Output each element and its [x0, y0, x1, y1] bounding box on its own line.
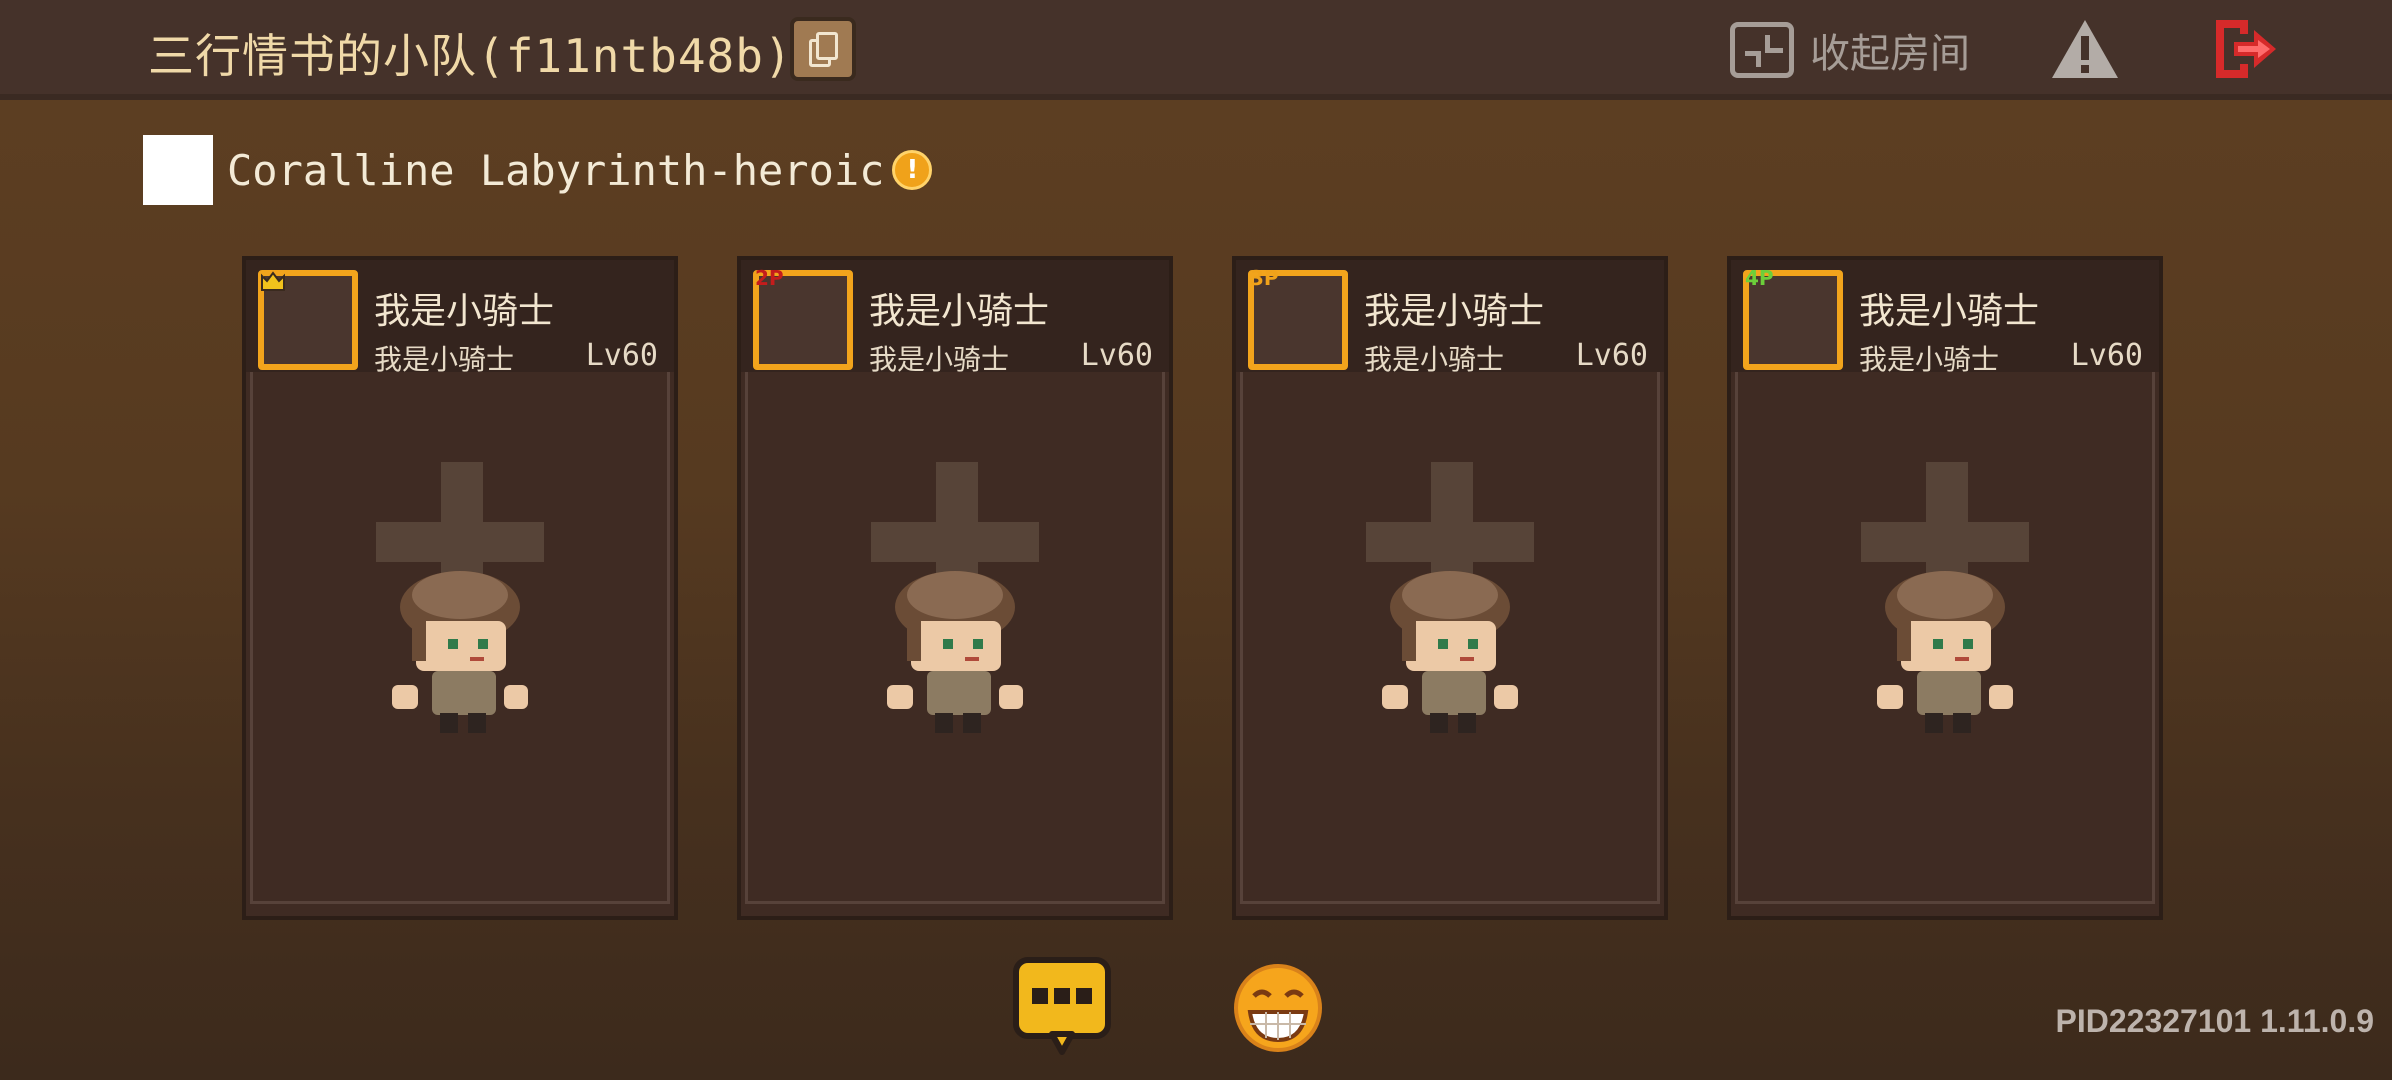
- top-bar: 三行情书的小队(f11ntb48b) 收起房间: [0, 0, 2392, 100]
- 4p-icon: 4P: [1745, 266, 1774, 290]
- player-card-1[interactable]: 我是小骑士 我是小骑士 Lv60: [242, 256, 678, 920]
- exit-room-button[interactable]: [2210, 16, 2280, 82]
- emoji-icon: [1234, 964, 1322, 1052]
- player-subtitle: 我是小骑士: [374, 343, 515, 376]
- player-level: Lv60: [2070, 338, 2143, 373]
- hero-knight-sprite: [1877, 571, 2013, 733]
- player-level: Lv60: [1575, 338, 1648, 373]
- hero-knight-sprite: [1382, 571, 1518, 733]
- player-card-3[interactable]: 3P 我是小骑士 我是小骑士 Lv60: [1232, 256, 1668, 920]
- copy-team-id-button[interactable]: [790, 17, 856, 81]
- player-level: Lv60: [585, 338, 658, 373]
- collapse-room-button[interactable]: 收起房间: [1730, 20, 1970, 80]
- report-button[interactable]: [2050, 18, 2120, 80]
- player-card-2[interactable]: 2P 我是小骑士 我是小骑士 Lv60: [737, 256, 1173, 920]
- hero-knight-sprite: [392, 571, 528, 733]
- player-card-4[interactable]: 4P 我是小骑士 我是小骑士 Lv60: [1727, 256, 2163, 920]
- player-card-header: 我是小骑士 我是小骑士 Lv60: [246, 260, 674, 376]
- dungeon-checkbox[interactable]: [143, 135, 213, 205]
- pid-version-label: PID22327101 1.11.0.9: [2055, 1003, 2375, 1039]
- player-card-header: 2P 我是小骑士 我是小骑士 Lv60: [741, 260, 1169, 376]
- player-name: 我是小骑士: [374, 291, 555, 332]
- player-subtitle: 我是小骑士: [869, 343, 1010, 376]
- collapse-icon: [1730, 22, 1794, 78]
- exit-icon: [2216, 20, 2276, 78]
- hero-knight-sprite: [887, 571, 1023, 733]
- player-level: Lv60: [1080, 338, 1153, 373]
- player-subtitle: 我是小骑士: [1859, 343, 2000, 376]
- team-title: 三行情书的小队(f11ntb48b): [148, 29, 793, 83]
- emoji-button[interactable]: [1232, 962, 1324, 1054]
- player-subtitle: 我是小骑士: [1364, 343, 1505, 376]
- collapse-room-label: 收起房间: [1810, 31, 1970, 77]
- 2p-icon: 2P: [755, 266, 784, 290]
- player-card-header: 3P 我是小骑士 我是小骑士 Lv60: [1236, 260, 1664, 376]
- player-name: 我是小骑士: [1364, 291, 1545, 332]
- player-card-header: 4P 我是小骑士 我是小骑士 Lv60: [1731, 260, 2159, 376]
- dungeon-selector[interactable]: Coralline Labyrinth-heroic !: [143, 135, 933, 205]
- crown-icon: [260, 270, 286, 295]
- dungeon-name: Coralline Labyrinth-heroic: [227, 145, 885, 195]
- player-name: 我是小骑士: [869, 291, 1050, 332]
- player-name: 我是小骑士: [1859, 291, 2040, 332]
- info-icon[interactable]: !: [892, 150, 933, 190]
- warning-icon: [2052, 20, 2118, 78]
- chat-button[interactable]: [1012, 956, 1112, 1056]
- chat-icon: [1013, 957, 1111, 1055]
- 3p-icon: 3P: [1250, 266, 1279, 290]
